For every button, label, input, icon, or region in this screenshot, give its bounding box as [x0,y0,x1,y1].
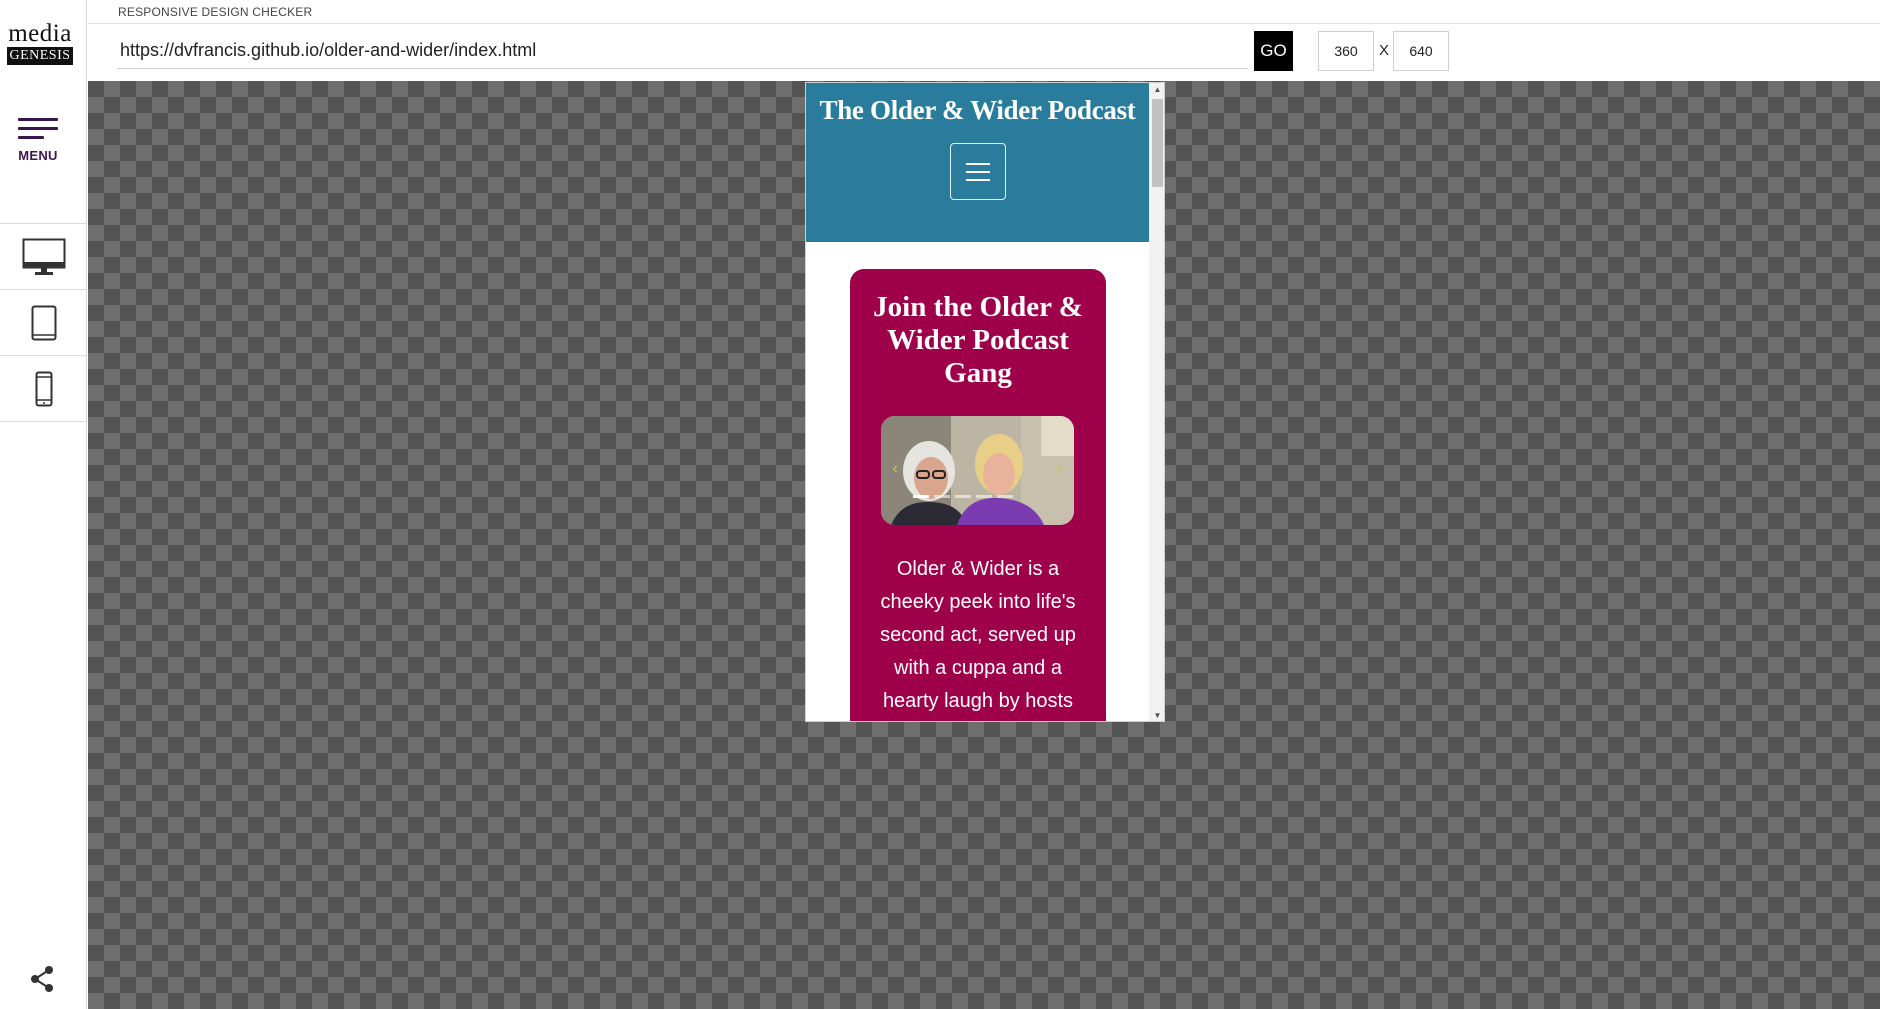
menu-button[interactable]: MENU [14,118,62,168]
carousel-indicator[interactable] [913,495,929,498]
desktop-monitor-icon [22,238,65,275]
site-header: The Older & Wider Podcast [806,83,1149,242]
carousel-indicator[interactable] [955,495,971,498]
tablet-icon [31,305,56,340]
go-button[interactable]: GO [1254,31,1293,71]
logo-text-bottom: GENESIS [7,47,73,65]
scroll-down-arrow-icon[interactable]: ▼ [1149,710,1164,721]
carousel-indicator[interactable] [997,495,1013,498]
url-input[interactable] [118,33,1248,69]
carousel-indicators [913,495,1013,498]
mobile-phone-icon [35,371,52,406]
dimension-separator: X [1379,42,1390,59]
carousel-indicator[interactable] [934,495,950,498]
join-gang-card: Join the Older & Wider Podcast Gang ‹ › [850,269,1106,721]
sidebar: media GENESIS MENU [0,0,87,1009]
preview-scrollbar[interactable]: ▲ ▼ [1149,83,1164,721]
share-icon [31,966,53,992]
logo-text-top: media [8,20,72,47]
media-genesis-logo[interactable]: media GENESIS [7,20,73,65]
mobile-view-button[interactable] [0,355,87,422]
height-input[interactable] [1393,31,1449,71]
tablet-view-button[interactable] [0,289,87,355]
hamburger-icon [18,118,58,140]
photo-carousel[interactable]: ‹ › [881,416,1074,525]
toolbar-divider [88,23,1880,24]
width-input[interactable] [1318,31,1374,71]
desktop-view-button[interactable] [0,223,87,289]
card-description: Older & Wider is a cheeky peek into life… [880,558,1076,712]
scroll-up-arrow-icon[interactable]: ▲ [1149,84,1164,96]
share-button[interactable] [27,964,57,994]
menu-label: MENU [18,148,58,163]
scrollbar-thumb[interactable] [1152,99,1163,187]
card-title: Join the Older & Wider Podcast Gang [873,291,1083,389]
mobile-preview-frame[interactable]: The Older & Wider Podcast Join the Older… [805,82,1165,722]
chevron-right-icon[interactable]: › [1054,460,1066,478]
navbar-toggler-button[interactable] [950,143,1006,200]
carousel-photo [881,416,1074,525]
app-title: RESPONSIVE DESIGN CHECKER [118,5,313,19]
chevron-left-icon[interactable]: ‹ [889,460,901,478]
carousel-indicator[interactable] [976,495,992,498]
site-title[interactable]: The Older & Wider Podcast [806,95,1149,126]
